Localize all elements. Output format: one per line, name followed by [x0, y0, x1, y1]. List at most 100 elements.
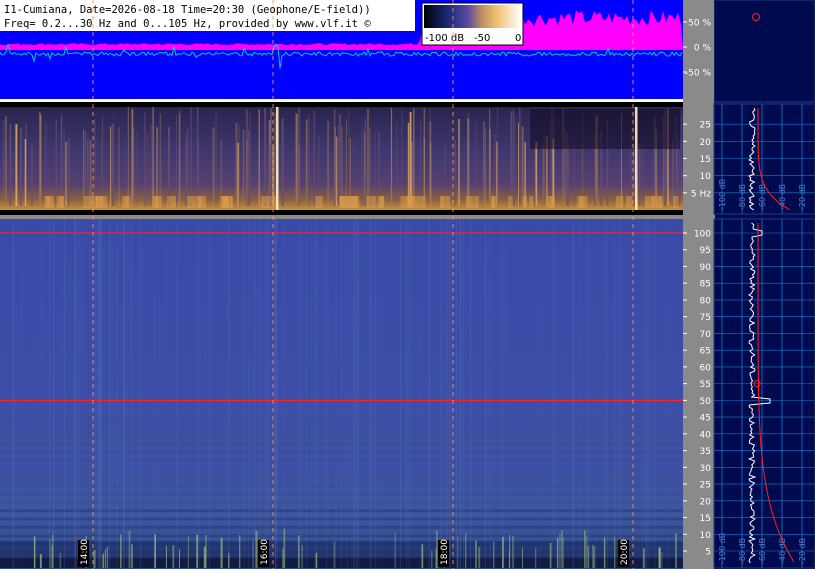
low-streak-base [167, 196, 176, 208]
high-streak [554, 219, 556, 568]
high-streak [306, 219, 307, 568]
low-streak [401, 110, 403, 206]
low-tick-label: 5 Hz [691, 189, 711, 199]
low-streak [132, 127, 135, 206]
low-streak [467, 112, 469, 206]
high-streak-bright [205, 534, 207, 568]
high-streak-bright [559, 533, 561, 568]
low-bright-line [635, 107, 638, 210]
low-streak [111, 123, 114, 206]
high-streak-bright [187, 535, 189, 568]
high-streak-bright [549, 542, 552, 568]
low-streak [63, 130, 65, 206]
panel-separator [0, 215, 715, 219]
high-streak [126, 219, 128, 568]
high-streak [358, 219, 360, 568]
low-streak [334, 127, 336, 206]
high-streak [176, 219, 178, 568]
profile-tick-group: -80 dB [738, 184, 747, 210]
low-streak [3, 119, 5, 206]
high-streak-bright [478, 547, 481, 568]
amplitude-tick-label: 50 % [688, 19, 711, 29]
high-streak [124, 219, 125, 568]
high-streak [540, 219, 541, 568]
low-streak [67, 138, 70, 206]
low-streak [143, 112, 146, 206]
profile-tick-label: -100 dB [718, 533, 727, 564]
high-streak-bright [457, 536, 459, 568]
high-streak [645, 219, 647, 568]
profile-frame [713, 218, 815, 569]
colorbar-label-min: -100 dB [425, 33, 464, 44]
low-streak [535, 142, 538, 206]
low-streak [298, 145, 300, 206]
high-streak [275, 219, 277, 568]
low-streak [176, 115, 177, 206]
high-tick-label: 15 [700, 514, 711, 524]
profile-tick-group: -20 dB [798, 538, 807, 564]
low-streak [215, 109, 217, 206]
low-streak [337, 124, 340, 206]
low-streak [341, 126, 343, 206]
high-streak-bright [593, 546, 596, 568]
high-streak [165, 219, 166, 568]
high-streak [573, 219, 575, 568]
low-streak-base [529, 196, 534, 208]
low-streak [101, 138, 102, 206]
high-streak [283, 219, 285, 568]
low-streak-base [222, 196, 233, 208]
high-streak [400, 219, 402, 568]
high-streak-bright [502, 536, 504, 568]
profile-tick-group: -40 dB [778, 184, 787, 210]
low-streak [212, 127, 215, 206]
low-streak [573, 142, 575, 206]
high-streak-bright [105, 549, 107, 568]
low-streak-base [522, 196, 527, 208]
high-streak [572, 219, 574, 568]
high-streak-bright [52, 534, 54, 568]
high-streak [449, 219, 450, 568]
low-streak [361, 126, 363, 206]
high-streak-bright [203, 546, 206, 568]
high-streak-bright [556, 537, 559, 568]
high-streak [316, 219, 317, 568]
low-streak [497, 107, 498, 206]
high-streak [228, 219, 230, 568]
low-streak [124, 138, 125, 206]
profile-tick-group: -100 dB [718, 179, 727, 210]
high-streak-bright [561, 530, 563, 568]
low-streak [413, 108, 415, 206]
high-streak [579, 219, 581, 568]
low-streak [190, 107, 192, 206]
low-streak-base [672, 196, 679, 208]
low-streak-base [492, 196, 495, 208]
high-streak [13, 219, 14, 568]
spectrum-profile-high-panel: -100 dB -80 dB -60 dB -40 dB -20 dB [713, 218, 815, 569]
high-streak [209, 219, 210, 568]
high-streak [123, 219, 124, 568]
time-label: 16:00 [260, 539, 270, 565]
high-streak-bright [603, 537, 606, 568]
high-streak-bright [252, 541, 254, 568]
low-streak [368, 127, 371, 206]
high-streak [74, 219, 76, 568]
low-streak-base [340, 196, 348, 208]
low-streak [86, 139, 89, 206]
low-streak [281, 120, 282, 206]
high-streak [300, 219, 302, 568]
low-streak-base [366, 196, 377, 208]
high-tick-label: 75 [700, 313, 711, 323]
low-streak [494, 134, 496, 206]
low-streak [353, 138, 355, 206]
low-tick-label: 10 [700, 172, 712, 182]
high-streak [99, 219, 100, 568]
low-streak [45, 122, 47, 206]
low-streak [131, 108, 133, 206]
low-streak [638, 144, 641, 206]
colorbar-label-mid: -50 [474, 33, 490, 44]
low-streak [475, 120, 477, 206]
low-streak [274, 112, 277, 206]
low-streak [178, 113, 180, 206]
high-streak [604, 219, 605, 568]
high-streak [347, 219, 348, 568]
